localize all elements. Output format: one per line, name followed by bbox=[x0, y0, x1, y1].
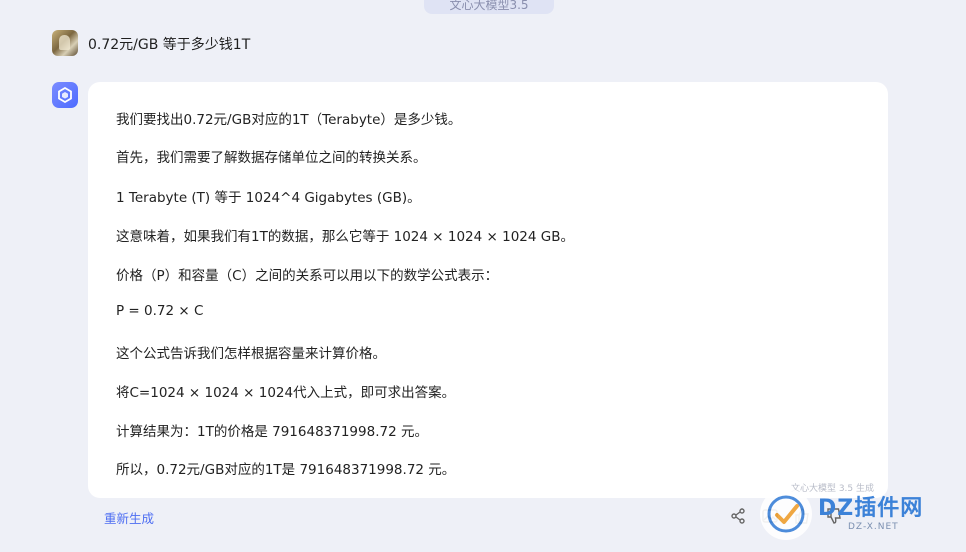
answer-line: 我们要找出0.72元/GB对应的1T（Terabyte）是多少钱。 bbox=[116, 112, 462, 128]
share-icon[interactable] bbox=[728, 506, 748, 526]
answer-line: 所以，0.72元/GB对应的1T是 791648371998.72 元。 bbox=[116, 462, 456, 478]
bot-avatar bbox=[52, 82, 78, 108]
user-question: 0.72元/GB 等于多少钱1T bbox=[88, 37, 251, 53]
site-watermark: DZ插件网 DZ-X.NET bbox=[760, 484, 960, 544]
answer-line: 计算结果为：1T的价格是 791648371998.72 元。 bbox=[116, 424, 428, 440]
answer-line: 价格（P）和容量（C）之间的关系可以用以下的数学公式表示： bbox=[116, 268, 499, 284]
answer-card: 我们要找出0.72元/GB对应的1T（Terabyte）是多少钱。 首先，我们需… bbox=[88, 82, 888, 498]
answer-line: 将C=1024 × 1024 × 1024代入上式，即可求出答案。 bbox=[116, 385, 456, 401]
answer-line: 1 Terabyte (T) 等于 1024^4 Gigabytes (GB)。 bbox=[116, 190, 421, 206]
regenerate-button[interactable]: 重新生成 bbox=[104, 508, 154, 527]
bot-logo-icon bbox=[58, 87, 72, 103]
answer-line: 这意味着，如果我们有1T的数据，那么它等于 1024 × 1024 × 1024… bbox=[116, 229, 574, 245]
watermark-sub-text: DZ-X.NET bbox=[848, 522, 899, 532]
answer-line: P = 0.72 × C bbox=[116, 303, 204, 319]
answer-line: 首先，我们需要了解数据存储单位之间的转换关系。 bbox=[116, 150, 427, 166]
user-avatar bbox=[52, 30, 78, 56]
watermark-main-text: DZ插件网 bbox=[818, 496, 924, 521]
answer-line: 这个公式告诉我们怎样根据容量来计算价格。 bbox=[116, 346, 386, 362]
dz-logo-icon bbox=[760, 488, 812, 540]
model-version-pill[interactable]: 文心大模型3.5 bbox=[424, 0, 554, 14]
